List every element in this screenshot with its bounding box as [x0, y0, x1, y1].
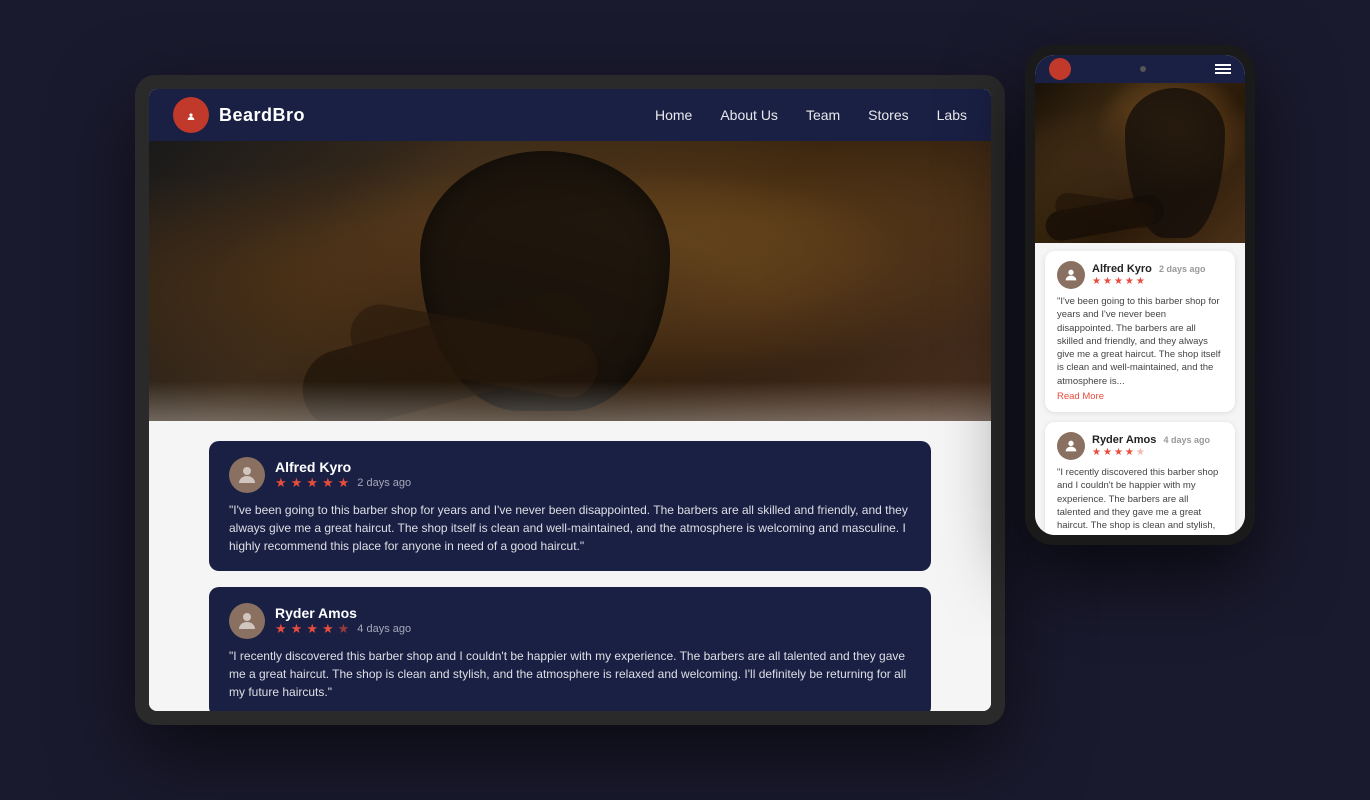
phone-reviewer-info-2: Ryder Amos 4 days ago ★ ★ ★ ★ ★: [1092, 434, 1210, 458]
phone-hero: [1035, 83, 1245, 243]
ph-star-2-5: ★: [1136, 447, 1145, 458]
star-1-1: ★: [275, 475, 287, 491]
nav-links: Home About Us Team Stores Labs: [655, 107, 967, 123]
star-1-3: ★: [306, 475, 318, 491]
tablet-device: BeardBro Home About Us Team Stores Labs: [135, 75, 1005, 725]
phone-review-text-1: "I've been going to this barber shop for…: [1057, 295, 1223, 388]
star-2-4: ★: [322, 621, 334, 637]
reviewer-avatar-1: [229, 457, 265, 493]
tablet-navbar: BeardBro Home About Us Team Stores Labs: [149, 89, 991, 141]
stars-row-1: ★ ★ ★ ★ ★ 2 days ago: [275, 475, 911, 491]
review-card-2: Ryder Amos ★ ★ ★ ★ ★ 4 days ago "I recen: [209, 587, 931, 711]
nav-labs[interactable]: Labs: [937, 107, 967, 123]
ph-star-1-4: ★: [1125, 276, 1134, 287]
star-2-1: ★: [275, 621, 287, 637]
logo-area: BeardBro: [173, 97, 639, 133]
phone-reviewer-name-1: Alfred Kyro 2 days ago: [1092, 263, 1206, 275]
hero-image: [149, 141, 991, 421]
stars-row-2: ★ ★ ★ ★ ★ 4 days ago: [275, 621, 911, 637]
brand-name: BeardBro: [219, 105, 305, 126]
time-ago-2: 4 days ago: [357, 623, 411, 635]
phone-reviewer-name-2: Ryder Amos 4 days ago: [1092, 434, 1210, 446]
phone-review-header-1: Alfred Kyro 2 days ago ★ ★ ★ ★ ★: [1057, 261, 1223, 289]
phone-avatar-2: [1057, 432, 1085, 460]
phone-logo: [1049, 58, 1071, 80]
phone-reviews-section: Alfred Kyro 2 days ago ★ ★ ★ ★ ★: [1035, 243, 1245, 535]
scene: BeardBro Home About Us Team Stores Labs: [85, 25, 1285, 775]
star-2-2: ★: [291, 621, 303, 637]
phone-device: Alfred Kyro 2 days ago ★ ★ ★ ★ ★: [1025, 45, 1255, 545]
ph-star-2-4: ★: [1125, 447, 1134, 458]
ph-star-1-1: ★: [1092, 276, 1101, 287]
nav-about[interactable]: About Us: [720, 107, 778, 123]
nav-stores[interactable]: Stores: [868, 107, 908, 123]
review-header-1: Alfred Kyro ★ ★ ★ ★ ★ 2 days ago: [229, 457, 911, 493]
phone-screen: Alfred Kyro 2 days ago ★ ★ ★ ★ ★: [1035, 55, 1245, 535]
reviewer-info-2: Ryder Amos ★ ★ ★ ★ ★ 4 days ago: [275, 605, 911, 637]
ph-star-2-3: ★: [1114, 447, 1123, 458]
phone-review-card-2: Ryder Amos 4 days ago ★ ★ ★ ★ ★: [1045, 422, 1235, 535]
review-text-1: "I've been going to this barber shop for…: [229, 501, 911, 555]
phone-avatar-1: [1057, 261, 1085, 289]
phone-review-card-1: Alfred Kyro 2 days ago ★ ★ ★ ★ ★: [1045, 251, 1235, 412]
hamburger-icon[interactable]: [1215, 64, 1231, 74]
ph-star-1-3: ★: [1114, 276, 1123, 287]
star-2-5: ★: [338, 621, 350, 637]
reviewer-name-1: Alfred Kyro: [275, 459, 911, 475]
star-1-4: ★: [322, 475, 334, 491]
ph-star-2-2: ★: [1103, 447, 1112, 458]
ph-star-2-1: ★: [1092, 447, 1101, 458]
reviewer-name-2: Ryder Amos: [275, 605, 911, 621]
phone-stars-1: ★ ★ ★ ★ ★: [1092, 276, 1206, 287]
nav-team[interactable]: Team: [806, 107, 840, 123]
read-more-link-1[interactable]: Read More: [1057, 391, 1223, 402]
nav-home[interactable]: Home: [655, 107, 692, 123]
star-1-5: ★: [338, 475, 350, 491]
phone-reviewer-info-1: Alfred Kyro 2 days ago ★ ★ ★ ★ ★: [1092, 263, 1206, 287]
phone-dot: [1140, 66, 1146, 72]
phone-review-text-2: "I recently discovered this barber shop …: [1057, 466, 1223, 535]
star-2-3: ★: [306, 621, 318, 637]
phone-review-header-2: Ryder Amos 4 days ago ★ ★ ★ ★ ★: [1057, 432, 1223, 460]
review-header-2: Ryder Amos ★ ★ ★ ★ ★ 4 days ago: [229, 603, 911, 639]
time-ago-1: 2 days ago: [357, 477, 411, 489]
reviewer-avatar-2: [229, 603, 265, 639]
phone-navbar: [1035, 55, 1245, 83]
review-text-2: "I recently discovered this barber shop …: [229, 647, 911, 701]
star-1-2: ★: [291, 475, 303, 491]
review-card-1: Alfred Kyro ★ ★ ★ ★ ★ 2 days ago "I've b: [209, 441, 931, 571]
logo-icon: [173, 97, 209, 133]
phone-stars-2: ★ ★ ★ ★ ★: [1092, 447, 1210, 458]
tablet-reviews-section: Alfred Kyro ★ ★ ★ ★ ★ 2 days ago "I've b: [149, 421, 991, 711]
ph-star-1-5: ★: [1136, 276, 1145, 287]
reviewer-info-1: Alfred Kyro ★ ★ ★ ★ ★ 2 days ago: [275, 459, 911, 491]
ph-star-1-2: ★: [1103, 276, 1112, 287]
tablet-screen: BeardBro Home About Us Team Stores Labs: [149, 89, 991, 711]
